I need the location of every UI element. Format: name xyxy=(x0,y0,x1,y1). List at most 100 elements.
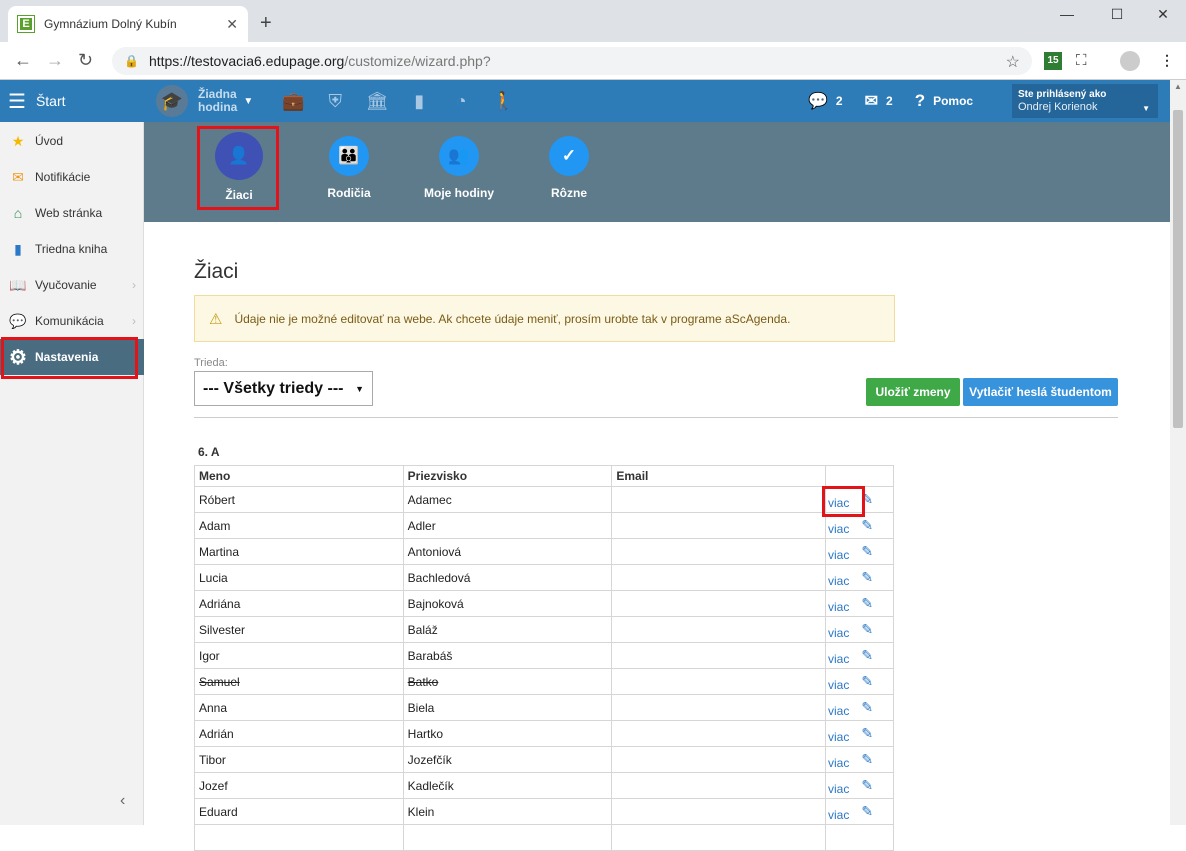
more-link[interactable]: viac xyxy=(828,626,849,640)
new-tab-icon[interactable]: + xyxy=(260,13,272,33)
sidebar-item-vyucovanie[interactable]: 📖 Vyučovanie › xyxy=(0,267,144,303)
more-link[interactable]: viac xyxy=(828,756,849,770)
more-link[interactable]: viac xyxy=(828,600,849,614)
help-label: Pomoc xyxy=(933,94,974,108)
url-host: https://testovacia6.edupage.org xyxy=(148,53,345,69)
table-row: Eduard Klein viac ✎ xyxy=(194,798,894,825)
table-row: Igor Barabáš viac ✎ xyxy=(194,642,894,669)
help-button[interactable]: ? Pomoc xyxy=(915,91,973,111)
shield-icon[interactable]: ⛨ xyxy=(319,85,351,117)
menu-kebab-icon[interactable]: ⋮ xyxy=(1160,52,1174,69)
forward-icon[interactable]: → xyxy=(46,51,64,69)
star-icon: ★ xyxy=(11,132,25,149)
edit-pencil-icon[interactable]: ✎ xyxy=(861,647,873,664)
edit-pencil-icon[interactable]: ✎ xyxy=(861,621,873,638)
sidebar-item-triedna-kniha[interactable]: ▮ Triedna kniha xyxy=(0,231,144,267)
more-link[interactable]: viac xyxy=(828,652,849,666)
sidebar-item-komunikacia[interactable]: 💬 Komunikácia › xyxy=(0,303,144,339)
edit-pencil-icon[interactable]: ✎ xyxy=(861,803,873,820)
email-cell xyxy=(611,824,826,851)
chat-bubbles-icon: 💬 xyxy=(808,93,828,110)
edit-pencil-icon[interactable]: ✎ xyxy=(861,699,873,716)
scroll-up-icon[interactable]: ▲ xyxy=(1174,82,1182,91)
actions-cell: viac ✎ xyxy=(825,772,894,799)
more-link[interactable]: viac xyxy=(828,574,849,588)
sidebar: ★ Úvod ✉ Notifikácie ⌂ Web stránka ▮ Tri… xyxy=(0,122,144,825)
more-link[interactable]: viac xyxy=(828,678,849,692)
minimize-icon[interactable]: — xyxy=(1052,6,1082,26)
more-link[interactable]: viac xyxy=(828,808,849,822)
edit-pencil-icon[interactable]: ✎ xyxy=(861,569,873,586)
screenshot-icon[interactable]: ⛶ xyxy=(1076,52,1087,69)
institution-icon[interactable]: 🏛 xyxy=(361,85,393,117)
highlight-box xyxy=(822,486,865,517)
start-menu-button[interactable]: ☰ Štart xyxy=(0,80,144,122)
class-group-heading: 6. A xyxy=(198,445,220,459)
page-title: Žiaci xyxy=(194,260,239,283)
bar-chart-icon[interactable]: ▮ xyxy=(403,85,435,117)
subnav-rodicia[interactable]: 👪 Rodičia xyxy=(304,136,394,200)
briefcase-icon[interactable]: 💼 xyxy=(277,85,309,117)
edit-pencil-icon[interactable]: ✎ xyxy=(861,725,873,742)
email-cell xyxy=(611,590,826,617)
print-passwords-button[interactable]: Vytlačiť heslá študentom xyxy=(963,378,1118,406)
class-select[interactable]: --- Všetky triedy --- ▼ xyxy=(194,371,373,406)
first-name-cell: Martina xyxy=(194,538,404,565)
close-window-icon[interactable]: ✕ xyxy=(1148,6,1178,26)
more-link[interactable]: viac xyxy=(828,548,849,562)
column-header xyxy=(825,465,894,487)
messages-button[interactable]: 💬 2 xyxy=(808,91,843,111)
mail-button[interactable]: ✉ 2 xyxy=(865,91,893,111)
edit-pencil-icon[interactable]: ✎ xyxy=(861,751,873,768)
speedometer-icon[interactable]: ◔ xyxy=(445,85,477,117)
reload-icon[interactable]: ↻ xyxy=(78,51,93,69)
last-name-cell: Klein xyxy=(402,798,613,825)
chevron-down-icon: ▼ xyxy=(243,95,254,107)
hamburger-icon: ☰ xyxy=(8,90,26,113)
group-icon: 👥 xyxy=(439,136,479,176)
profile-avatar-icon[interactable] xyxy=(1120,51,1140,71)
table-row: Tibor Jozefčík viac ✎ xyxy=(194,746,894,773)
browser-tab[interactable]: E Gymnázium Dolný Kubín ✕ xyxy=(8,6,248,42)
sidebar-item-web-stranka[interactable]: ⌂ Web stránka xyxy=(0,195,144,231)
email-cell xyxy=(611,746,826,773)
more-link[interactable]: viac xyxy=(828,730,849,744)
last-name-cell: Baláž xyxy=(402,616,613,643)
save-changes-button[interactable]: Uložiť zmeny xyxy=(866,378,960,406)
actions-cell: viac ✎ xyxy=(825,616,894,643)
url-field[interactable]: 🔒 https://testovacia6.edupage.org/custom… xyxy=(112,47,1032,75)
edit-pencil-icon[interactable]: ✎ xyxy=(861,517,873,534)
chevron-right-icon: › xyxy=(132,278,136,292)
house-icon: ⌂ xyxy=(13,205,23,221)
close-tab-icon[interactable]: ✕ xyxy=(226,16,238,33)
lesson-selector[interactable]: Žiadna hodina ▼ xyxy=(198,88,253,114)
more-link[interactable]: viac xyxy=(828,782,849,796)
table-header-row: Meno Priezvisko Email xyxy=(194,465,894,487)
more-link[interactable]: viac xyxy=(828,704,849,718)
extension-calendar-icon[interactable]: 15 xyxy=(1044,52,1062,70)
subnav-moje-hodiny[interactable]: 👥 Moje hodiny xyxy=(414,136,504,200)
first-name-cell: Róbert xyxy=(194,486,404,513)
sidebar-item-notifikacie[interactable]: ✉ Notifikácie xyxy=(0,159,144,195)
scrollbar-thumb[interactable] xyxy=(1173,110,1183,428)
maximize-icon[interactable]: ☐ xyxy=(1102,6,1132,26)
first-name-cell: Igor xyxy=(194,642,404,669)
url-path: /customize/wizard.php? xyxy=(344,53,491,69)
more-link[interactable]: viac xyxy=(828,522,849,536)
page-scrollbar[interactable]: ▲ xyxy=(1170,80,1186,825)
first-name-cell: Adam xyxy=(194,512,404,539)
edit-pencil-icon[interactable]: ✎ xyxy=(861,777,873,794)
user-menu[interactable]: Ste prihlásený ako Ondrej Korienok ▼ xyxy=(1012,84,1158,118)
edit-pencil-icon[interactable]: ✎ xyxy=(861,543,873,560)
edit-pencil-icon[interactable]: ✎ xyxy=(861,595,873,612)
collapse-sidebar-icon[interactable]: ‹ xyxy=(120,792,125,810)
subnav-rozne[interactable]: ✓ Rôzne xyxy=(524,136,614,200)
edit-pencil-icon[interactable]: ✎ xyxy=(861,673,873,690)
sidebar-item-uvod[interactable]: ★ Úvod xyxy=(0,123,144,159)
walking-people-icon[interactable]: 🚶 xyxy=(487,85,519,117)
lock-icon: 🔒 xyxy=(124,54,139,68)
bookmark-star-icon[interactable]: ☆ xyxy=(1006,52,1020,72)
back-icon[interactable]: ← xyxy=(14,51,32,69)
graduation-cap-icon[interactable]: 🎓 xyxy=(156,85,188,117)
first-name-cell: Tibor xyxy=(194,746,404,773)
